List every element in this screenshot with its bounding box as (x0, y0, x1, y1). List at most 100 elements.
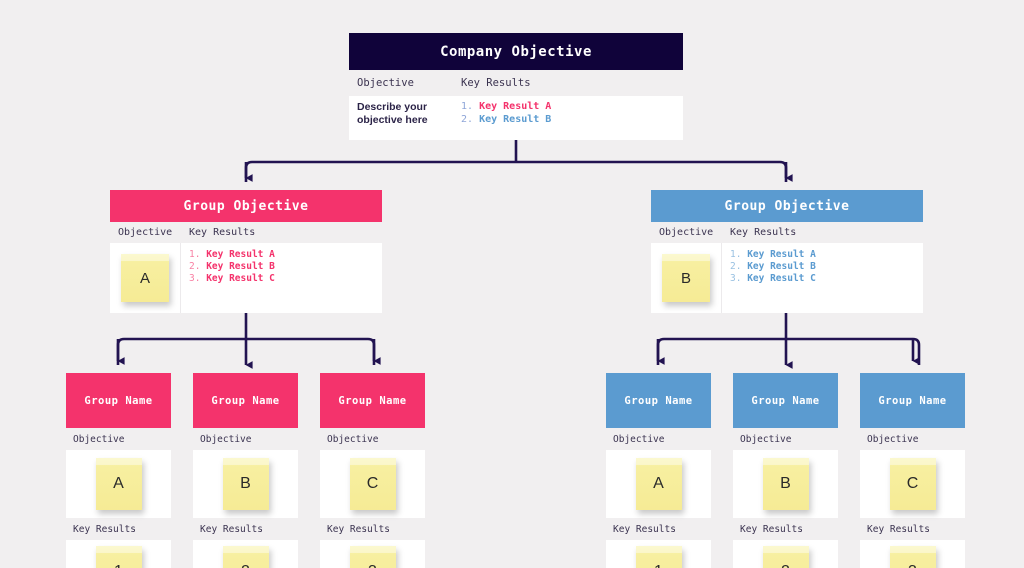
leaf-label-objective: Objective (733, 428, 838, 450)
key-result-text: Key Result B (479, 113, 552, 125)
leaf-objective-note-area: A (66, 450, 171, 518)
key-result-text: Key Result B (206, 261, 275, 272)
leaf-card[interactable]: Group Name Objective B Key Results 2 (733, 373, 838, 568)
group-key-result-item: 2. Key Result B (730, 261, 816, 273)
leaf-objective-note-area: C (860, 450, 965, 518)
group-key-result-item: 1. Key Result A (189, 249, 275, 261)
sticky-note[interactable]: B (222, 458, 269, 510)
leaf-card-title: Group Name (733, 373, 838, 428)
group-column-headers: Objective Key Results (651, 222, 923, 243)
sticky-note[interactable]: 2 (762, 546, 809, 568)
sticky-note[interactable]: C (889, 458, 936, 510)
group-objective-title: Group Objective (651, 190, 923, 222)
company-key-result-item: 1. Key Result A (461, 101, 551, 114)
sticky-note[interactable]: 3 (889, 546, 936, 568)
sticky-note[interactable]: A (635, 458, 682, 510)
leaf-key-results-note-area: 1 (66, 540, 171, 568)
leaf-label-key-results: Key Results (733, 518, 838, 540)
key-result-number: 1. (730, 249, 742, 260)
leaf-label-objective: Objective (66, 428, 171, 450)
group-objective-title: Group Objective (110, 190, 382, 222)
group-objective-card-right[interactable]: Group Objective Objective Key Results B … (651, 190, 923, 313)
key-result-number: 1. (189, 249, 201, 260)
key-result-text: Key Result A (206, 249, 275, 260)
group-label-objective: Objective (659, 227, 714, 238)
key-result-number: 3. (730, 273, 742, 284)
key-result-text: Key Result B (747, 261, 816, 272)
leaf-card[interactable]: Group Name Objective A Key Results 1 (66, 373, 171, 568)
group-key-result-item: 3. Key Result C (189, 273, 275, 285)
group-label-key-results: Key Results (189, 227, 256, 238)
group-objective-cell: B (651, 243, 722, 313)
leaf-key-results-note-area: 3 (320, 540, 425, 568)
leaf-objective-note-area: B (733, 450, 838, 518)
leaf-key-results-note-area: 1 (606, 540, 711, 568)
sticky-note[interactable]: B (662, 254, 710, 302)
key-result-text: Key Result A (479, 101, 552, 112)
key-result-text: Key Result A (747, 249, 816, 260)
group-key-results-cell: 1. Key Result A 2. Key Result B 3. Key R… (181, 243, 275, 313)
leaf-card-title: Group Name (860, 373, 965, 428)
sticky-note[interactable]: 2 (222, 546, 269, 568)
key-result-number: 2. (189, 261, 201, 272)
okr-diagram-canvas: Company Objective Objective Key Results … (0, 0, 1024, 568)
leaf-card[interactable]: Group Name Objective B Key Results 2 (193, 373, 298, 568)
company-key-result-item: 2. Key Result B (461, 114, 551, 127)
leaf-label-objective: Objective (193, 428, 298, 450)
group-objective-card-left[interactable]: Group Objective Objective Key Results A … (110, 190, 382, 313)
group-column-headers: Objective Key Results (110, 222, 382, 243)
leaf-label-objective: Objective (606, 428, 711, 450)
sticky-note[interactable]: 1 (635, 546, 682, 568)
leaf-label-key-results: Key Results (193, 518, 298, 540)
sticky-note[interactable]: A (95, 458, 142, 510)
leaf-objective-note-area: C (320, 450, 425, 518)
group-key-result-item: 2. Key Result B (189, 261, 275, 273)
sticky-note[interactable]: B (762, 458, 809, 510)
group-body: B 1. Key Result A 2. Key Result B 3. Key… (651, 243, 923, 313)
leaf-card[interactable]: Group Name Objective A Key Results 1 (606, 373, 711, 568)
group-key-results-list: 1. Key Result A 2. Key Result B 3. Key R… (730, 249, 816, 285)
leaf-card[interactable]: Group Name Objective C Key Results 3 (860, 373, 965, 568)
group-label-key-results: Key Results (730, 227, 797, 238)
company-label-key-results: Key Results (461, 77, 531, 89)
group-label-objective: Objective (118, 227, 173, 238)
leaf-card-title: Group Name (320, 373, 425, 428)
leaf-label-key-results: Key Results (320, 518, 425, 540)
group-key-result-item: 3. Key Result C (730, 273, 816, 285)
group-key-results-cell: 1. Key Result A 2. Key Result B 3. Key R… (722, 243, 816, 313)
leaf-key-results-note-area: 2 (193, 540, 298, 568)
leaf-label-key-results: Key Results (860, 518, 965, 540)
leaf-key-results-note-area: 3 (860, 540, 965, 568)
company-objective-text: Describe your objective here (357, 101, 428, 126)
company-body: Describe your objective here 1. Key Resu… (349, 96, 683, 140)
key-result-number: 2. (730, 261, 742, 272)
leaf-label-objective: Objective (320, 428, 425, 450)
leaf-card-title: Group Name (606, 373, 711, 428)
sticky-note[interactable]: 1 (95, 546, 142, 568)
leaf-card[interactable]: Group Name Objective C Key Results 3 (320, 373, 425, 568)
leaf-key-results-note-area: 2 (733, 540, 838, 568)
group-key-result-item: 1. Key Result A (730, 249, 816, 261)
leaf-label-key-results: Key Results (606, 518, 711, 540)
leaf-card-title: Group Name (193, 373, 298, 428)
leaf-label-objective: Objective (860, 428, 965, 450)
leaf-card-title: Group Name (66, 373, 171, 428)
company-column-headers: Objective Key Results (349, 70, 683, 96)
company-label-objective: Objective (357, 77, 414, 89)
leaf-objective-note-area: B (193, 450, 298, 518)
sticky-note[interactable]: 3 (349, 546, 396, 568)
key-result-number: 2. (461, 113, 474, 125)
group-key-results-list: 1. Key Result A 2. Key Result B 3. Key R… (189, 249, 275, 285)
sticky-note[interactable]: C (349, 458, 396, 510)
key-result-number: 1. (461, 101, 474, 112)
company-objective-title: Company Objective (349, 33, 683, 70)
leaf-objective-note-area: A (606, 450, 711, 518)
sticky-note[interactable]: A (121, 254, 169, 302)
company-objective-card[interactable]: Company Objective Objective Key Results … (349, 33, 683, 140)
group-body: A 1. Key Result A 2. Key Result B 3. Key… (110, 243, 382, 313)
key-result-text: Key Result C (747, 273, 816, 284)
group-objective-cell: A (110, 243, 181, 313)
company-key-results-list: 1. Key Result A 2. Key Result B (453, 101, 551, 140)
leaf-label-key-results: Key Results (66, 518, 171, 540)
key-result-number: 3. (189, 273, 201, 284)
